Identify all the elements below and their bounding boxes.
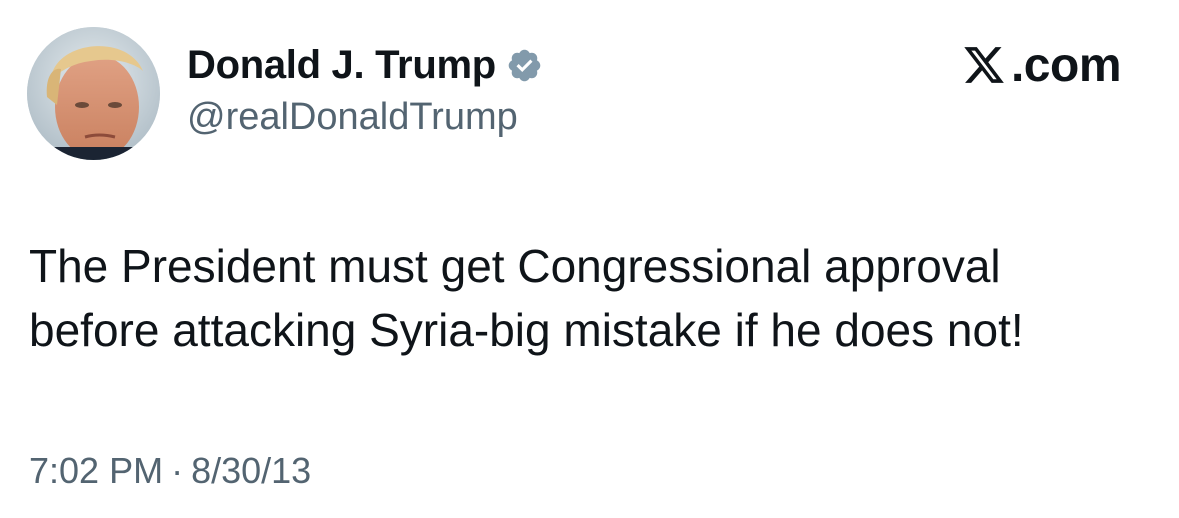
author-name-row: Donald J. Trump [187, 40, 543, 90]
tweet-text-line: The President must get Congressional app… [29, 240, 1001, 292]
tweet-date: 8/30/13 [191, 450, 312, 491]
author-display-name[interactable]: Donald J. Trump [187, 43, 496, 88]
tweet-time: 7:02 PM [29, 450, 164, 491]
brand-watermark: .com [961, 38, 1122, 92]
tweet-text: The President must get Congressional app… [29, 234, 1159, 362]
tweet-text-line: before attacking Syria-big mistake if he… [29, 304, 1024, 356]
tweet-timestamp[interactable]: 7:02 PM · 8/30/13 [29, 450, 311, 492]
brand-domain-text: .com [1010, 38, 1122, 92]
tweet-card: Donald J. Trump @realDonaldTrump .com Th… [0, 0, 1179, 518]
meta-separator: · [171, 450, 184, 491]
author-handle[interactable]: @realDonaldTrump [187, 96, 518, 139]
verified-badge-icon [506, 47, 543, 84]
avatar[interactable] [27, 27, 160, 160]
x-logo-icon [961, 43, 1007, 87]
avatar-portrait-icon [27, 27, 160, 160]
